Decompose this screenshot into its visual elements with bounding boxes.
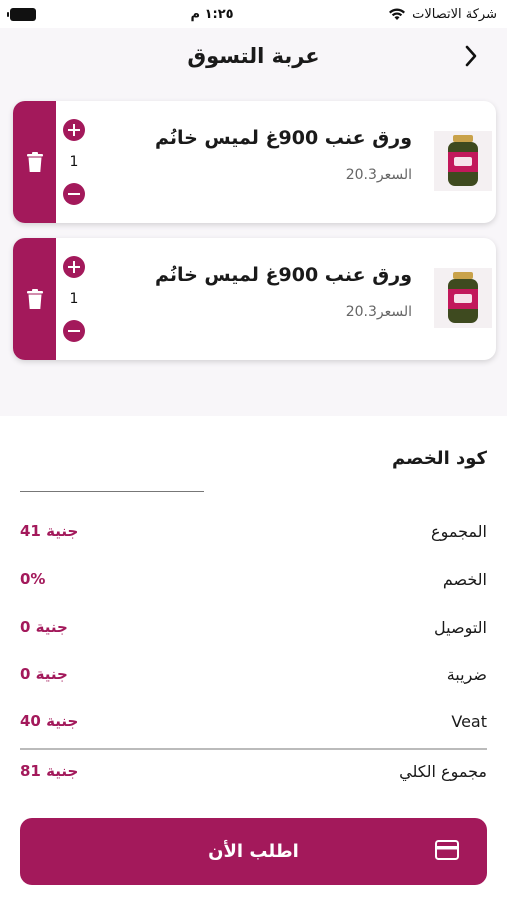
credit-card-icon (435, 840, 459, 860)
trash-icon (26, 152, 43, 172)
delivery-row: جنية 0 التوصيل (20, 613, 487, 641)
subtotal-value: جنية 41 (20, 522, 79, 540)
quantity-stepper: 1 (60, 256, 88, 342)
product-image (434, 131, 492, 191)
product-price: السعر20.3 (345, 304, 412, 320)
total-row: جنية 81 مجموع الكلي (20, 757, 487, 785)
delete-button[interactable] (13, 238, 56, 360)
quantity-value: 1 (69, 291, 79, 307)
vat-value: جنية 40 (20, 712, 79, 730)
discount-value: 0% (20, 570, 46, 588)
total-value: جنية 81 (20, 762, 79, 780)
chevron-right-icon (465, 45, 477, 67)
increase-quantity-button[interactable] (63, 119, 85, 141)
increase-quantity-button[interactable] (63, 256, 85, 278)
product-price: السعر20.3 (345, 167, 412, 183)
cart-item: 1 ورق عنب 900غ لميس خانُم السعر20.3 (13, 101, 496, 223)
status-bar: ١:٢٥ م شركة الاتصالات (0, 0, 507, 28)
vat-label: Veat (451, 711, 487, 731)
product-name: ورق عنب 900غ لميس خانُم (154, 127, 412, 149)
product-name: ورق عنب 900غ لميس خانُم (154, 264, 412, 286)
back-button[interactable] (457, 42, 485, 70)
discount-code-input[interactable] (20, 462, 204, 492)
order-now-label: اطلب الأن (208, 841, 299, 862)
wifi-icon (389, 8, 406, 20)
cart-item: 1 ورق عنب 900غ لميس خانُم السعر20.3 (13, 238, 496, 360)
subtotal-row: جنية 41 المجموع (20, 517, 487, 545)
minus-icon (68, 330, 80, 332)
plus-icon (68, 261, 80, 273)
order-now-button[interactable]: اطلب الأن (20, 818, 487, 885)
quantity-stepper: 1 (60, 119, 88, 205)
vat-row: جنية 40 Veat (20, 707, 487, 735)
carrier-name: شركة الاتصالات (412, 6, 497, 22)
page-header: عربة التسوق (0, 28, 507, 84)
plus-icon (68, 124, 80, 136)
jar-icon (448, 135, 478, 186)
delivery-label: التوصيل (434, 617, 487, 637)
product-image (434, 268, 492, 328)
discount-row: 0% الخصم (20, 565, 487, 593)
total-label: مجموع الكلي (399, 761, 487, 781)
tax-label: ضريبة (446, 664, 487, 684)
decrease-quantity-button[interactable] (63, 183, 85, 205)
discount-label: الخصم (442, 569, 487, 589)
delivery-value: جنية 0 (20, 618, 68, 636)
minus-icon (68, 193, 80, 195)
battery-icon (7, 7, 36, 21)
page-title: عربة التسوق (187, 44, 320, 68)
subtotal-label: المجموع (431, 521, 487, 541)
tax-row: جنية 0 ضريبة (20, 660, 487, 688)
decrease-quantity-button[interactable] (63, 320, 85, 342)
discount-code-label: كود الخصم (391, 448, 487, 469)
trash-icon (26, 289, 43, 309)
quantity-value: 1 (69, 154, 79, 170)
status-time: ١:٢٥ م (190, 6, 234, 22)
tax-value: جنية 0 (20, 665, 68, 683)
summary-divider (20, 748, 487, 750)
status-carrier-group: شركة الاتصالات (388, 7, 497, 22)
delete-button[interactable] (13, 101, 56, 223)
jar-icon (448, 272, 478, 323)
